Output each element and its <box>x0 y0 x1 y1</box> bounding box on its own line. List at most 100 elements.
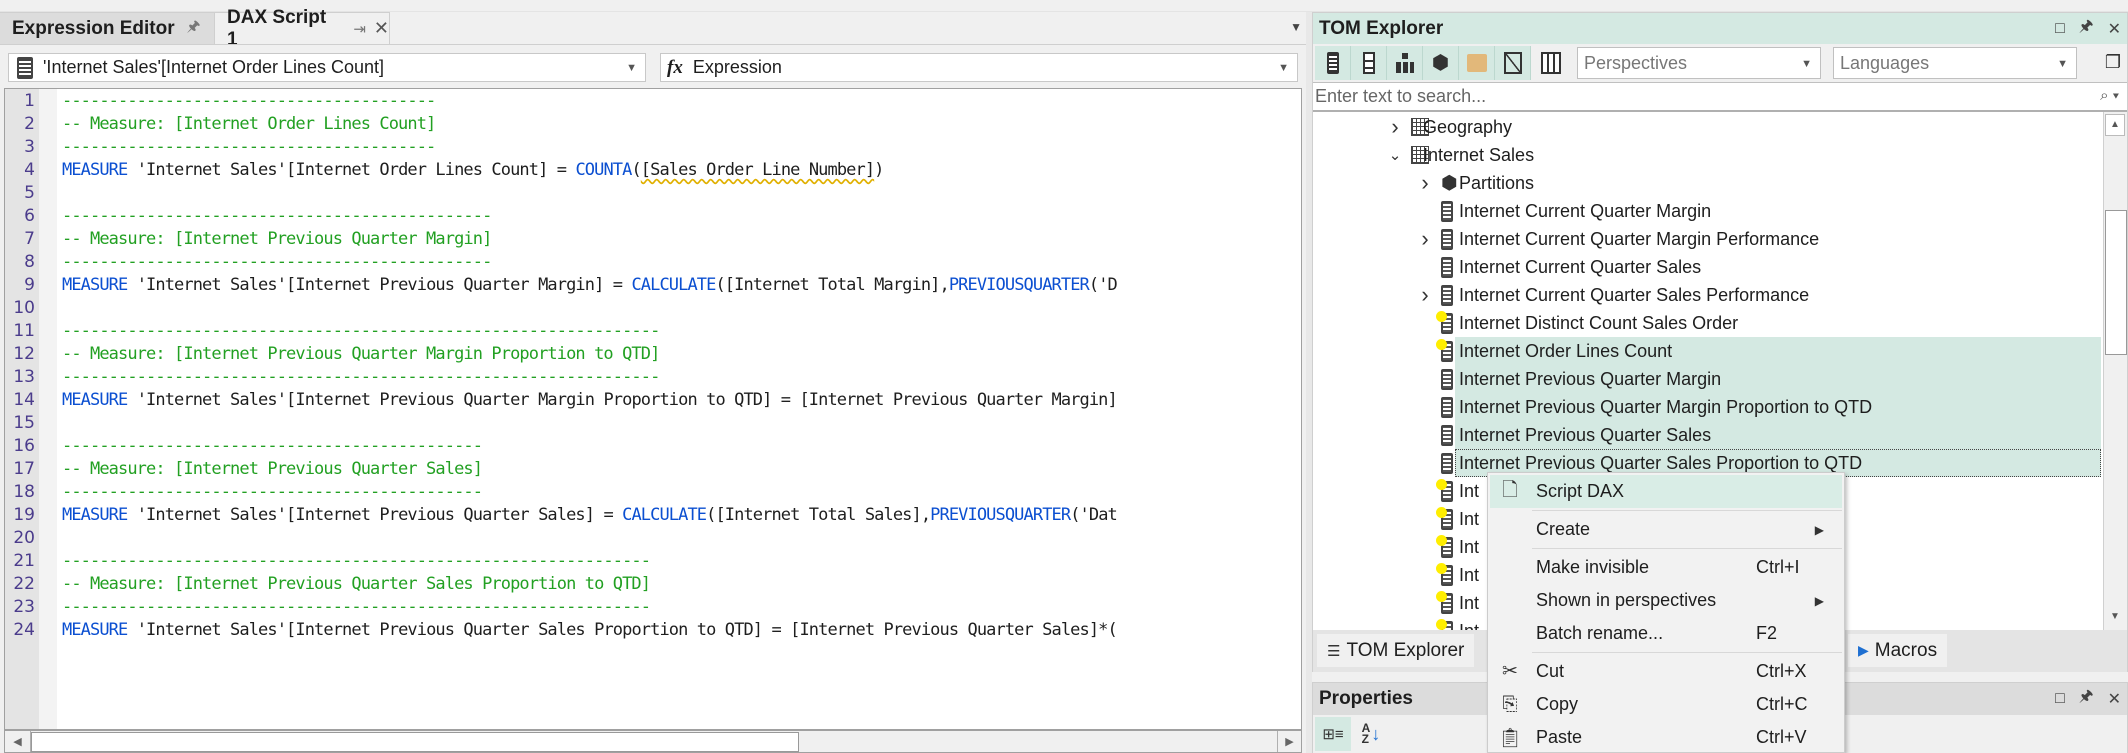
code-line[interactable]: 3 ---------------------------------------… <box>5 135 1301 158</box>
tree-item[interactable]: Internet Previous Quarter Margin Proport… <box>1313 393 2101 421</box>
scroll-left-icon[interactable]: ◀ <box>5 731 31 752</box>
chevron-right-icon[interactable]: › <box>1417 282 1433 308</box>
object-selector[interactable]: 'Internet Sales'[Internet Order Lines Co… <box>8 53 646 82</box>
code-line[interactable]: 10 <box>5 296 1301 319</box>
code-line[interactable]: 9 MEASURE 'Internet Sales'[Internet Previ… <box>5 273 1301 296</box>
scroll-up-icon[interactable]: ▲ <box>2105 114 2125 136</box>
tree-item[interactable]: Internet Distinct Count Sales Order <box>1313 309 2101 337</box>
tree-item[interactable]: Internet Current Quarter Margin <box>1313 197 2101 225</box>
menu-separator <box>1532 510 1842 511</box>
pin-icon[interactable]: 🖈︎ <box>2079 15 2094 42</box>
menu-item-shortcut: Ctrl+X <box>1756 661 1807 681</box>
tree-item[interactable]: Internet Previous Quarter Margin <box>1313 365 2101 393</box>
show-all-columns-button[interactable] <box>1533 46 1569 80</box>
code-line[interactable]: 19 MEASURE 'Internet Sales'[Internet Prev… <box>5 503 1301 526</box>
menu-item-script-dax[interactable]: 🗋︎ Script DAX <box>1490 475 1842 508</box>
menu-item-label: Make invisible <box>1536 557 1650 577</box>
collapse-all-icon[interactable]: ❐ <box>2105 52 2121 73</box>
languages-dropdown[interactable]: Languages ▼ <box>1833 47 2077 79</box>
measure-icon <box>1441 424 1453 446</box>
code-line[interactable]: 7 -- Measure: [Internet Previous Quarter … <box>5 227 1301 250</box>
menu-item-batch-rename[interactable]: Batch rename... F2 <box>1490 617 1842 650</box>
warning-dot-icon <box>1436 563 1447 574</box>
code-line[interactable]: 22 -- Measure: [Internet Previous Quarter… <box>5 572 1301 595</box>
chevron-right-icon[interactable]: › <box>1417 170 1433 196</box>
code-line[interactable]: 6 ---------------------------------------… <box>5 204 1301 227</box>
horizontal-scrollbar[interactable]: ◀ ▶ <box>4 730 1302 753</box>
search-input[interactable] <box>1313 86 2073 107</box>
sort-alphabetical-button[interactable]: A Z ↓ <box>1353 717 1389 751</box>
menu-item-cut[interactable]: ✂︎ Cut Ctrl+X <box>1490 655 1842 688</box>
maximize-icon[interactable]: □ <box>2055 20 2065 38</box>
vertical-scrollbar[interactable]: ▲ ▼ <box>2103 112 2127 630</box>
tree-item[interactable]: Internet Order Lines Count <box>1313 337 2101 365</box>
code-line[interactable]: 11 --------------------------------------… <box>5 319 1301 342</box>
tree-item[interactable]: › Internet Current Quarter Sales Performa… <box>1313 281 2101 309</box>
show-hierarchies-button[interactable] <box>1387 46 1423 80</box>
code-line[interactable]: 12 -- Measure: [Internet Previous Quarter… <box>5 342 1301 365</box>
code-line[interactable]: 13 --------------------------------------… <box>5 365 1301 388</box>
menu-item-paste[interactable]: 📋︎ Paste Ctrl+V <box>1490 721 1842 753</box>
code-line[interactable]: 16 --------------------------------------… <box>5 434 1301 457</box>
scrollbar-thumb[interactable] <box>2105 210 2127 355</box>
tree-item[interactable]: ⌄ Internet Sales <box>1313 141 2101 169</box>
tab-macros[interactable]: ▶︎ Macros <box>1848 634 1948 667</box>
show-columns-button[interactable] <box>1351 46 1387 80</box>
property-selector[interactable]: fx Expression ▼ <box>660 53 1298 82</box>
code-line[interactable]: 17 -- Measure: [Internet Previous Quarter… <box>5 457 1301 480</box>
tabs-overflow-dropdown-icon[interactable]: ▼ <box>1290 20 1302 34</box>
search-icon[interactable]: ⌕ ▾ <box>2100 87 2119 104</box>
code-line[interactable]: 4 MEASURE 'Internet Sales'[Internet Order… <box>5 158 1301 181</box>
categorized-button[interactable]: ⊞≡ <box>1315 717 1351 751</box>
tree-item[interactable]: › Geography <box>1313 113 2101 141</box>
code-text: ----------------------------------------… <box>62 597 651 617</box>
show-hidden-button[interactable] <box>1495 46 1531 80</box>
pin-icon[interactable]: 🖈︎ <box>187 16 201 41</box>
close-icon[interactable]: ✕ <box>2108 19 2121 39</box>
scroll-down-icon[interactable]: ▼ <box>2105 606 2125 628</box>
line-number: 1 <box>24 90 35 111</box>
menu-item-shown-in-perspectives[interactable]: Shown in perspectives ▶ <box>1490 584 1842 617</box>
close-icon[interactable]: ✕ <box>374 18 389 39</box>
dax-code-editor[interactable]: 1 ---------------------------------------… <box>4 88 1302 730</box>
show-measures-button[interactable] <box>1315 46 1351 80</box>
code-line[interactable]: 15 <box>5 411 1301 434</box>
tab-expression-editor[interactable]: Expression Editor 🖈︎ <box>0 12 214 44</box>
maximize-icon[interactable]: □ <box>2055 690 2065 708</box>
tree-item[interactable]: › Internet Current Quarter Margin Perform… <box>1313 225 2101 253</box>
tab-dax-script-1[interactable]: DAX Script 1 ⇥ ✕ <box>214 7 390 50</box>
code-line[interactable]: 20 <box>5 526 1301 549</box>
panel-title: Properties <box>1319 688 1413 709</box>
code-line[interactable]: 23 --------------------------------------… <box>5 595 1301 618</box>
tree-item[interactable]: Internet Previous Quarter Sales <box>1313 421 2101 449</box>
chevron-right-icon[interactable]: › <box>1387 114 1403 140</box>
perspectives-dropdown[interactable]: Perspectives ▼ <box>1577 47 1821 79</box>
pin-sideways-icon[interactable]: ⇥ <box>353 20 366 38</box>
menu-item-shortcut: F2 <box>1756 623 1778 643</box>
code-line[interactable]: 2 -- Measure: [Internet Order Lines Count… <box>5 112 1301 135</box>
tree-item[interactable]: Internet Current Quarter Sales <box>1313 253 2101 281</box>
line-number: 23 <box>13 596 35 617</box>
code-line[interactable]: 21 --------------------------------------… <box>5 549 1301 572</box>
tab-tom-explorer[interactable]: ☰ TOM Explorer <box>1317 634 1475 667</box>
scroll-right-icon[interactable]: ▶ <box>1277 731 1301 752</box>
pin-icon[interactable]: 🖈︎ <box>2079 685 2094 712</box>
code-keyword: MEASURE <box>62 274 128 295</box>
tree-item[interactable]: › ⬢ Partitions <box>1313 169 2101 197</box>
menu-item-make-invisible[interactable]: Make invisible Ctrl+I <box>1490 551 1842 584</box>
code-line[interactable]: 1 ---------------------------------------… <box>5 89 1301 112</box>
code-comment: -- Measure: [Internet Previous Quarter S… <box>62 573 651 594</box>
menu-item-create[interactable]: Create ▶ <box>1490 513 1842 546</box>
chevron-down-icon[interactable]: ⌄ <box>1387 146 1403 164</box>
menu-item-copy[interactable]: ⎘ Copy Ctrl+C <box>1490 688 1842 721</box>
code-line[interactable]: 24 MEASURE 'Internet Sales'[Internet Prev… <box>5 618 1301 641</box>
code-line[interactable]: 14 MEASURE 'Internet Sales'[Internet Prev… <box>5 388 1301 411</box>
scrollbar-thumb[interactable] <box>31 732 799 752</box>
code-line[interactable]: 5 <box>5 181 1301 204</box>
close-icon[interactable]: ✕ <box>2108 689 2121 709</box>
code-line[interactable]: 18 --------------------------------------… <box>5 480 1301 503</box>
display-folders-button[interactable] <box>1459 46 1495 80</box>
chevron-right-icon[interactable]: › <box>1417 226 1433 252</box>
show-partitions-button[interactable]: ⬢ <box>1423 46 1459 80</box>
code-line[interactable]: 8 ---------------------------------------… <box>5 250 1301 273</box>
